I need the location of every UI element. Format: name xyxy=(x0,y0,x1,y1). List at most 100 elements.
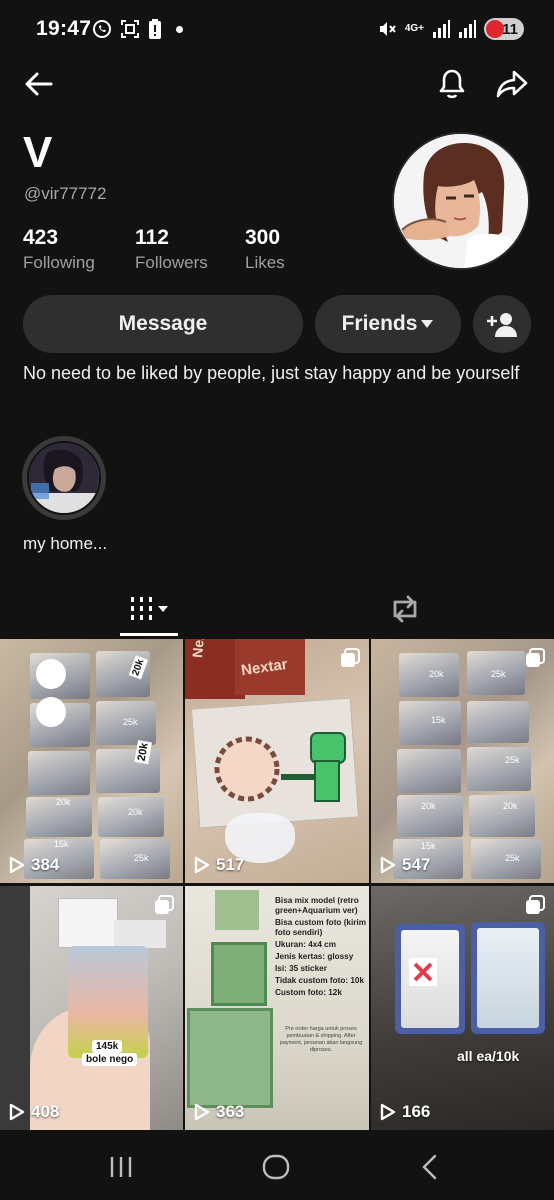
sticker-sample xyxy=(215,890,259,930)
price-tag: 15k xyxy=(431,715,446,725)
photocard-holder xyxy=(471,922,545,1034)
caret-down-icon xyxy=(421,320,434,328)
view-count-value: 363 xyxy=(216,1102,245,1121)
friends-button-label: Friends xyxy=(341,312,418,335)
photocard xyxy=(469,795,535,837)
sticker-sample xyxy=(187,1008,273,1108)
video-tile[interactable]: Nextar Nextar 517 xyxy=(185,639,369,883)
battery-low-icon xyxy=(486,20,504,38)
stat-value: 112 xyxy=(135,226,169,249)
system-nav-bar xyxy=(0,1132,554,1200)
tab-videos[interactable] xyxy=(120,584,178,634)
price-tag: 20k xyxy=(56,797,71,807)
photocard xyxy=(399,701,461,745)
whatsapp-icon xyxy=(93,20,111,38)
photocard xyxy=(467,701,529,743)
bell-icon xyxy=(439,69,465,99)
play-icon xyxy=(194,856,210,874)
tab-reposts[interactable] xyxy=(376,584,434,634)
play-icon xyxy=(9,856,25,874)
highlight-thumbnail xyxy=(29,443,99,513)
share-button[interactable] xyxy=(492,64,532,104)
notifications-button[interactable] xyxy=(432,64,472,104)
battery-level: 11 xyxy=(502,20,518,38)
detail-line: Bisa custom foto (kirim foto sendiri) xyxy=(275,918,366,937)
video-tile[interactable]: Bisa mix model (retro green+Aquarium ver… xyxy=(185,886,369,1130)
stat-label: Followers xyxy=(135,253,208,272)
play-icon xyxy=(380,1103,396,1121)
repost-icon xyxy=(393,595,417,623)
video-tile[interactable]: 20k 25k 20k 20k 20k 15k 25k 384 xyxy=(0,639,183,883)
mute-icon xyxy=(379,22,396,36)
message-button[interactable]: Message xyxy=(23,295,303,353)
view-count: 517 xyxy=(194,855,244,875)
view-count-value: 517 xyxy=(216,855,245,874)
multi-photo-icon xyxy=(526,648,545,667)
video-tile[interactable]: 145k bole nego 408 xyxy=(0,886,183,1130)
view-count-value: 166 xyxy=(402,1102,431,1121)
price-tag: 15k xyxy=(54,839,69,849)
active-tab-indicator xyxy=(120,633,178,636)
detail-line: Isi: 35 sticker xyxy=(275,964,327,973)
share-icon xyxy=(496,70,528,98)
status-bar: 19:47 4G+ 11 xyxy=(0,0,554,60)
sticker-sample xyxy=(211,942,267,1006)
view-count-value: 408 xyxy=(31,1102,60,1121)
play-icon xyxy=(9,1103,25,1121)
battery-alert-icon xyxy=(149,19,161,39)
drawing xyxy=(214,732,346,802)
sticker-circle xyxy=(36,659,66,689)
play-icon xyxy=(194,1103,210,1121)
video-tile[interactable]: 20k 25k 15k 25k 20k 20k 15k 25k 547 xyxy=(371,639,554,883)
screenshot-icon xyxy=(121,20,139,38)
back-button[interactable] xyxy=(19,64,59,104)
back-nav-icon[interactable] xyxy=(416,1152,446,1182)
recent-apps-icon[interactable] xyxy=(106,1152,136,1182)
friends-button[interactable]: Friends xyxy=(315,295,461,353)
notification-dot xyxy=(176,25,183,33)
view-count: 363 xyxy=(194,1102,244,1122)
add-friend-button[interactable] xyxy=(473,295,531,353)
photocard xyxy=(397,749,461,793)
price-tag: 25k xyxy=(123,717,138,727)
message-button-label: Message xyxy=(118,312,208,335)
stat-following[interactable]: 423 Following xyxy=(23,226,95,273)
story-highlight[interactable] xyxy=(22,436,106,520)
username: @vir77772 xyxy=(24,184,107,203)
product-details: Bisa mix model (retro green+Aquarium ver… xyxy=(275,896,367,998)
view-count-value: 384 xyxy=(31,855,60,874)
sold-sticker xyxy=(409,958,437,986)
stat-value: 300 xyxy=(245,226,281,249)
highlight-label: my home... xyxy=(23,534,108,553)
multi-photo-icon xyxy=(155,895,174,914)
price-tag: 20k xyxy=(429,669,444,679)
back-arrow-icon xyxy=(25,72,53,96)
detail-line: Ukuran: 4x4 cm xyxy=(275,940,336,949)
detail-line: Tidak custom foto: 10k xyxy=(275,976,365,985)
price-tag: bole nego xyxy=(82,1053,138,1066)
video-tile[interactable]: all ea/10k 166 xyxy=(371,886,554,1130)
multi-photo-icon xyxy=(341,648,360,667)
price-tag: 145k xyxy=(92,1040,123,1053)
multi-photo-icon xyxy=(526,895,545,914)
play-icon xyxy=(380,856,396,874)
profile-avatar[interactable] xyxy=(392,132,530,270)
price-tag: 15k xyxy=(421,841,436,851)
stat-followers[interactable]: 112 Followers xyxy=(135,226,208,273)
photocard xyxy=(467,747,531,791)
home-icon[interactable] xyxy=(261,1152,291,1182)
tile-caption: all ea/10k xyxy=(457,1048,520,1064)
price-tag: 20k xyxy=(503,801,518,811)
detail-line: Custom foto: 12k xyxy=(275,988,342,997)
view-count-value: 547 xyxy=(402,855,431,874)
detail-line: Jenis kertas: glossy xyxy=(275,952,354,961)
status-time: 19:47 xyxy=(36,17,92,40)
price-tag: 25k xyxy=(491,669,506,679)
battery-indicator: 11 xyxy=(484,18,524,40)
video-grid: 20k 25k 20k 20k 20k 15k 25k 384 Nextar N… xyxy=(0,639,554,1131)
stat-label: Likes xyxy=(245,253,285,272)
preorder-note: Pre order harga untuk proses pembuatan &… xyxy=(279,1026,363,1053)
network-type: 4G+ xyxy=(404,23,424,34)
photocard xyxy=(96,749,160,793)
stat-likes[interactable]: 300 Likes xyxy=(245,226,285,273)
